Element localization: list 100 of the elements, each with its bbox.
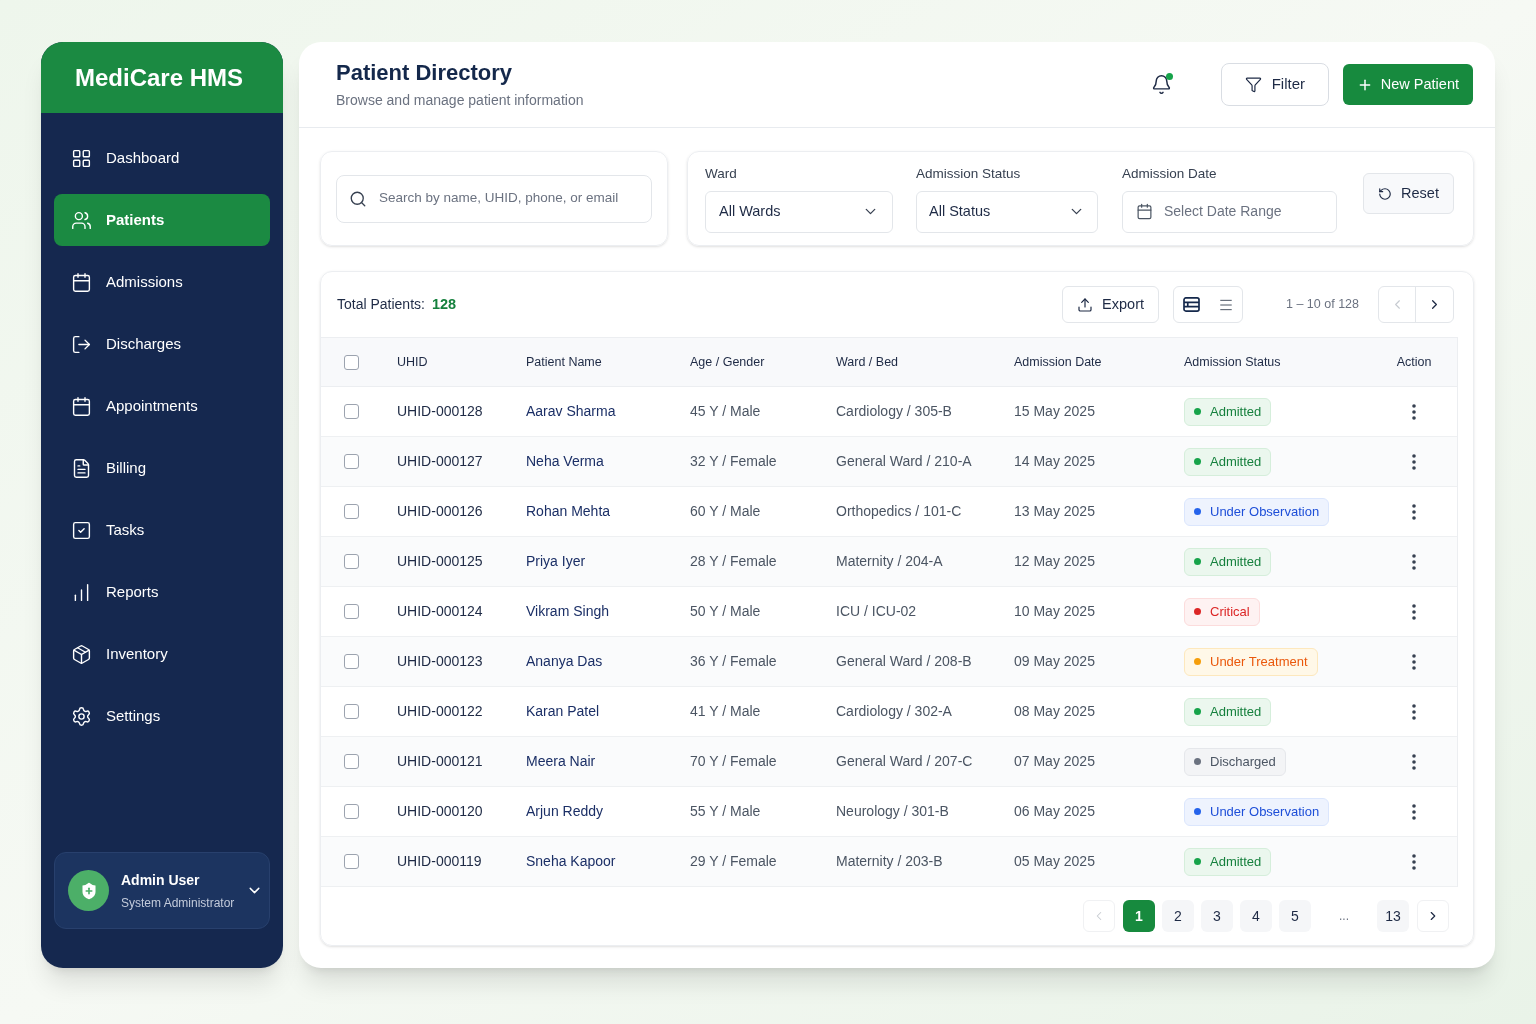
nav-item[interactable]: Discharges [54, 318, 270, 370]
patient-name: Vikram Singh [526, 602, 609, 621]
nav-item[interactable]: Patients [54, 194, 270, 246]
table-cell-text: UHID-000127 [397, 452, 483, 471]
nav-item[interactable]: Reports [54, 566, 270, 618]
settings-icon [71, 705, 92, 727]
nav-item[interactable]: Dashboard [54, 132, 270, 184]
nav-item[interactable]: Admissions [54, 256, 270, 308]
search-field[interactable]: Search by name, UHID, phone, or email [336, 174, 652, 223]
checkbox[interactable] [344, 754, 359, 769]
table-cell-text: Orthopedics / 101-C [836, 502, 962, 521]
table-cell-text: Neurology / 301-B [836, 802, 949, 821]
column-header: UHID [397, 353, 428, 371]
column-header: Ward / Bed [836, 353, 899, 371]
checkbox[interactable] [344, 854, 359, 869]
more-vertical-icon [1412, 453, 1416, 470]
table-cell-text: UHID-000119 [397, 852, 482, 871]
table-cell-text: 70 Y / Female [690, 752, 777, 771]
table-cell-text: 41 Y / Male [690, 702, 761, 721]
nav-item[interactable]: Billing [54, 442, 270, 494]
nav-item[interactable]: Inventory [54, 628, 270, 680]
table-cell-text: 45 Y / Male [690, 402, 761, 421]
checkbox[interactable] [344, 454, 359, 469]
table-cell-text: UHID-000123 [397, 652, 483, 671]
patient-name: Sneha Kapoor [526, 852, 616, 871]
table-cell-text: Cardiology / 302-A [836, 702, 952, 721]
export-button[interactable]: Export [1062, 286, 1159, 323]
patient-name: Rohan Mehta [526, 502, 611, 521]
table-cell-text: Cardiology / 305-B [836, 402, 952, 421]
table-cell-text: 06 May 2025 [1014, 802, 1095, 821]
status-tag: Critical [1184, 597, 1260, 626]
page-button[interactable]: 2 [1162, 900, 1194, 932]
table-cell-text: 28 Y / Female [690, 552, 777, 571]
box-icon [71, 643, 92, 665]
status-tag: Under Treatment [1184, 647, 1318, 676]
patient-name: Arjun Reddy [526, 802, 604, 821]
checkbox[interactable] [344, 604, 359, 619]
page-ellipsis: ... [1338, 908, 1350, 925]
patient-name: Priya Iyer [526, 552, 586, 571]
table-cell-text: 07 May 2025 [1014, 752, 1095, 771]
user-role: System Administrator [121, 894, 235, 912]
more-vertical-icon [1412, 503, 1416, 520]
page-button[interactable]: 5 [1279, 900, 1311, 932]
next-page-button[interactable] [1417, 900, 1449, 932]
page-button[interactable]: 4 [1240, 900, 1272, 932]
bell-icon [1151, 74, 1173, 95]
calendar-icon [71, 271, 92, 293]
table-cell-text: General Ward / 208-B [836, 652, 972, 671]
table-cell-text: 05 May 2025 [1014, 852, 1095, 871]
more-vertical-icon [1412, 753, 1416, 770]
user-card[interactable]: Admin User System Administrator [54, 852, 270, 929]
table-cell-text: General Ward / 207-C [836, 752, 973, 771]
document-icon [71, 457, 92, 479]
patient-name: Aarav Sharma [526, 402, 616, 421]
more-vertical-icon [1412, 653, 1416, 670]
checkbox[interactable] [344, 354, 359, 370]
table-view-icon[interactable] [1182, 297, 1200, 312]
nav-item[interactable]: Appointments [54, 380, 270, 432]
new-patient-button[interactable]: New Patient [1342, 64, 1473, 105]
status-tag: Discharged [1184, 747, 1286, 776]
column-header: Age / Gender [690, 353, 765, 371]
checkbox[interactable] [344, 554, 359, 569]
checkbox[interactable] [344, 704, 359, 719]
table-cell-text: Maternity / 204-A [836, 552, 943, 571]
filter-button[interactable]: Filter [1220, 63, 1329, 106]
reset-icon [1378, 186, 1393, 201]
table-cell-text: UHID-000125 [397, 552, 483, 571]
checkbox[interactable] [344, 804, 359, 819]
column-header: Patient Name [526, 353, 602, 371]
table-cell-text: General Ward / 210-A [836, 452, 972, 471]
checkbox[interactable] [344, 654, 359, 669]
more-vertical-icon [1412, 403, 1416, 420]
total-label: Total Patients: [337, 295, 425, 314]
table-cell-text: ICU / ICU-02 [836, 602, 917, 621]
nav-item[interactable]: Tasks [54, 504, 270, 556]
table-cell-text: 14 May 2025 [1014, 452, 1095, 471]
reset-button[interactable]: Reset [1363, 173, 1454, 214]
column-header: Action [1396, 353, 1432, 371]
nav-item[interactable]: Settings [54, 690, 270, 742]
patient-name: Meera Nair [526, 752, 596, 771]
checkbox-icon [71, 519, 92, 541]
search-icon [349, 189, 367, 208]
patient-name: Ananya Das [526, 652, 603, 671]
status-tag: Admitted [1184, 697, 1272, 726]
table-cell-text: 15 May 2025 [1014, 402, 1095, 421]
table-cell-text: UHID-000122 [397, 702, 483, 721]
page-button[interactable]: 1 [1123, 900, 1155, 932]
status-tag: Admitted [1184, 397, 1272, 426]
table-cell-text: 55 Y / Male [690, 802, 761, 821]
date-range-field[interactable]: Select Date Range [1122, 190, 1337, 233]
checkbox[interactable] [344, 404, 359, 419]
ward-select[interactable]: All Wards [705, 190, 893, 233]
page-button[interactable]: 3 [1201, 900, 1233, 932]
page-button[interactable]: 13 [1377, 900, 1409, 932]
table-cell-text: Maternity / 203-B [836, 852, 943, 871]
table-cell-text: 10 May 2025 [1014, 602, 1095, 621]
brand-title: MediCare HMS [75, 62, 244, 93]
status-select[interactable]: All Status [916, 190, 1098, 233]
checkbox[interactable] [344, 504, 359, 519]
page-range: 1 – 10 of 128 [1286, 296, 1359, 314]
